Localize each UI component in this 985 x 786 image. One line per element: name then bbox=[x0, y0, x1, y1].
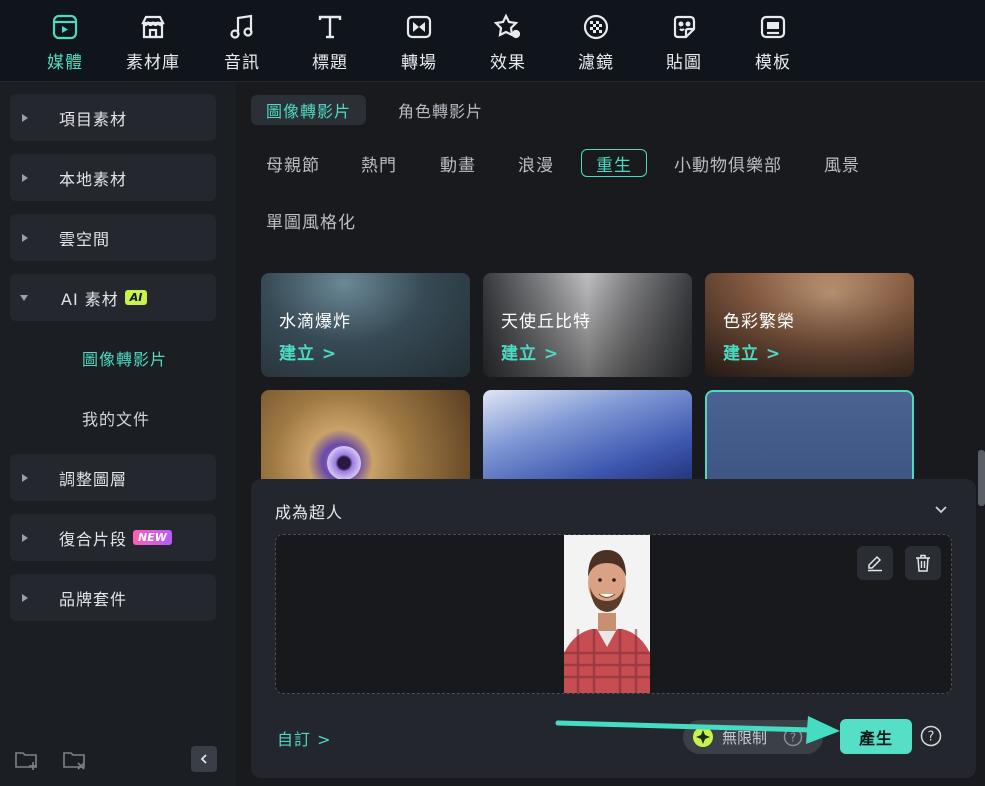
sidebar-subitem-image-to-video[interactable]: 圖像轉影片 bbox=[82, 346, 167, 370]
template-card-title: 水滴爆炸 bbox=[279, 312, 351, 332]
category-rebirth[interactable]: 重生 bbox=[581, 149, 647, 177]
collapse-arrow-icon bbox=[20, 294, 28, 301]
sidebar-item-label: 復合片段 bbox=[59, 529, 128, 549]
edit-button[interactable] bbox=[857, 546, 893, 580]
sidebar-item-label: AI 素材 bbox=[61, 289, 119, 309]
toolbar-media-label: 媒體 bbox=[47, 53, 83, 73]
template-card-title: 天使丘比特 bbox=[501, 312, 591, 332]
category-pet-club[interactable]: 小動物俱樂部 bbox=[674, 149, 782, 177]
sidebar-item-cloud[interactable]: 雲空間 bbox=[10, 214, 216, 261]
sidebar-item-label: 雲空間 bbox=[59, 229, 111, 249]
sidebar-item-adjustment-layer[interactable]: 調整圖層 bbox=[10, 454, 216, 501]
help-icon[interactable]: ? bbox=[920, 725, 942, 747]
toolbar-media[interactable]: 媒體 bbox=[25, 10, 105, 76]
collapse-sidebar-button[interactable] bbox=[191, 746, 217, 772]
category-romance[interactable]: 浪漫 bbox=[518, 149, 554, 177]
template-card[interactable] bbox=[483, 390, 692, 490]
expand-arrow-icon bbox=[22, 173, 28, 182]
delete-folder-icon[interactable] bbox=[62, 748, 88, 772]
toolbar-audio[interactable]: 音訊 bbox=[202, 10, 282, 76]
ai-badge: AI bbox=[124, 290, 148, 305]
expand-arrow-icon bbox=[22, 113, 28, 122]
template-card-title: 色彩繁榮 bbox=[723, 312, 795, 332]
filter-icon bbox=[579, 10, 613, 44]
text-icon bbox=[313, 10, 347, 44]
category-single-image-stylize[interactable]: 單圖風格化 bbox=[266, 206, 356, 234]
sidebar-item-label: 調整圖層 bbox=[59, 469, 128, 489]
help-icon[interactable]: ? bbox=[783, 727, 803, 747]
toolbar-stickers[interactable]: 貼圖 bbox=[644, 10, 724, 76]
category-popular[interactable]: 熱門 bbox=[361, 149, 397, 177]
chevron-down-icon[interactable] bbox=[933, 501, 949, 517]
sidebar-item-label: 品牌套件 bbox=[59, 589, 128, 609]
toolbar-filters[interactable]: 濾鏡 bbox=[556, 10, 636, 76]
tab-image-to-video[interactable]: 圖像轉影片 bbox=[251, 95, 367, 125]
trash-icon bbox=[916, 554, 930, 572]
panel-title: 成為超人 bbox=[275, 503, 344, 522]
template-card[interactable]: 天使丘比特 建立 > bbox=[483, 273, 692, 377]
category-scenery[interactable]: 風景 bbox=[824, 149, 860, 177]
toolbar-filters-label: 濾鏡 bbox=[578, 53, 614, 73]
sidebar-item-ai-media[interactable]: AI 素材 AI bbox=[10, 274, 216, 321]
new-folder-icon[interactable] bbox=[14, 748, 40, 772]
store-icon bbox=[136, 10, 170, 44]
template-create-link[interactable]: 建立 > bbox=[723, 339, 781, 364]
scrollbar-thumb[interactable] bbox=[978, 450, 985, 506]
expand-arrow-icon bbox=[22, 473, 28, 482]
generate-button[interactable]: 產生 bbox=[840, 719, 912, 754]
template-icon bbox=[756, 10, 790, 44]
toolbar-effects-label: 效果 bbox=[490, 53, 526, 73]
chevron-left-icon bbox=[200, 754, 207, 764]
toolbar-transitions-label: 轉場 bbox=[401, 53, 437, 73]
toolbar-store[interactable]: 素材庫 bbox=[113, 10, 193, 76]
sidebar-item-label: 項目素材 bbox=[59, 109, 128, 129]
sidebar-item-local-media[interactable]: 本地素材 bbox=[10, 154, 216, 201]
toolbar-stickers-label: 貼圖 bbox=[666, 53, 702, 73]
image-upload-area[interactable] bbox=[275, 534, 952, 694]
template-card[interactable] bbox=[261, 390, 470, 490]
expand-arrow-icon bbox=[22, 533, 28, 542]
category-mothers-day[interactable]: 母親節 bbox=[266, 149, 320, 177]
music-note-icon bbox=[225, 10, 259, 44]
sidebar-item-label: 本地素材 bbox=[59, 169, 128, 189]
credit-icon bbox=[693, 727, 713, 747]
sidebar-subitem-my-files[interactable]: 我的文件 bbox=[82, 406, 150, 430]
toolbar-templates[interactable]: 模板 bbox=[733, 10, 813, 76]
media-icon bbox=[48, 10, 82, 44]
template-card[interactable]: 色彩繁榮 建立 > bbox=[705, 273, 914, 377]
sidebar-item-project-media[interactable]: 項目素材 bbox=[10, 94, 216, 141]
template-create-link[interactable]: 建立 > bbox=[279, 339, 337, 364]
expand-arrow-icon bbox=[22, 593, 28, 602]
generate-panel: 成為超人 自訂 > 無限制 ? 產生 ? bbox=[251, 479, 976, 778]
pencil-icon bbox=[868, 555, 882, 572]
new-badge: NEW bbox=[133, 530, 172, 545]
category-animation[interactable]: 動畫 bbox=[440, 149, 476, 177]
toolbar-transitions[interactable]: 轉場 bbox=[379, 10, 459, 76]
expand-arrow-icon bbox=[22, 233, 28, 242]
template-card-selected[interactable] bbox=[705, 390, 914, 490]
toolbar-audio-label: 音訊 bbox=[224, 53, 260, 73]
sticker-icon bbox=[667, 10, 701, 44]
toolbar-effects[interactable]: 效果 bbox=[468, 10, 548, 76]
uploaded-photo bbox=[564, 535, 650, 693]
tab-character-to-video[interactable]: 角色轉影片 bbox=[383, 95, 498, 125]
credits-pill[interactable]: 無限制 ? bbox=[683, 720, 823, 754]
template-create-link[interactable]: 建立 > bbox=[501, 339, 559, 364]
sidebar: 項目素材 本地素材 雲空間 AI 素材 AI 圖像轉影片 我的文件 調整圖層 復… bbox=[0, 82, 236, 786]
toolbar-templates-label: 模板 bbox=[755, 53, 791, 73]
sidebar-item-compound-clip[interactable]: 復合片段 NEW bbox=[10, 514, 216, 561]
template-card[interactable]: 水滴爆炸 建立 > bbox=[261, 273, 470, 377]
toolbar-titles[interactable]: 標題 bbox=[290, 10, 370, 76]
toolbar-titles-label: 標題 bbox=[312, 53, 348, 73]
svg-text:?: ? bbox=[790, 731, 796, 745]
top-toolbar: 媒體 素材庫 音訊 標題 轉場 效果 濾鏡 貼圖 模板 bbox=[0, 0, 985, 82]
effects-icon bbox=[491, 10, 525, 44]
toolbar-store-label: 素材庫 bbox=[126, 53, 180, 73]
unlimited-label: 無限制 bbox=[722, 728, 768, 747]
customize-link[interactable]: 自訂 > bbox=[277, 726, 332, 750]
svg-text:?: ? bbox=[928, 730, 935, 745]
transition-icon bbox=[402, 10, 436, 44]
delete-button[interactable] bbox=[905, 546, 941, 580]
sidebar-item-brand-kit[interactable]: 品牌套件 bbox=[10, 574, 216, 621]
